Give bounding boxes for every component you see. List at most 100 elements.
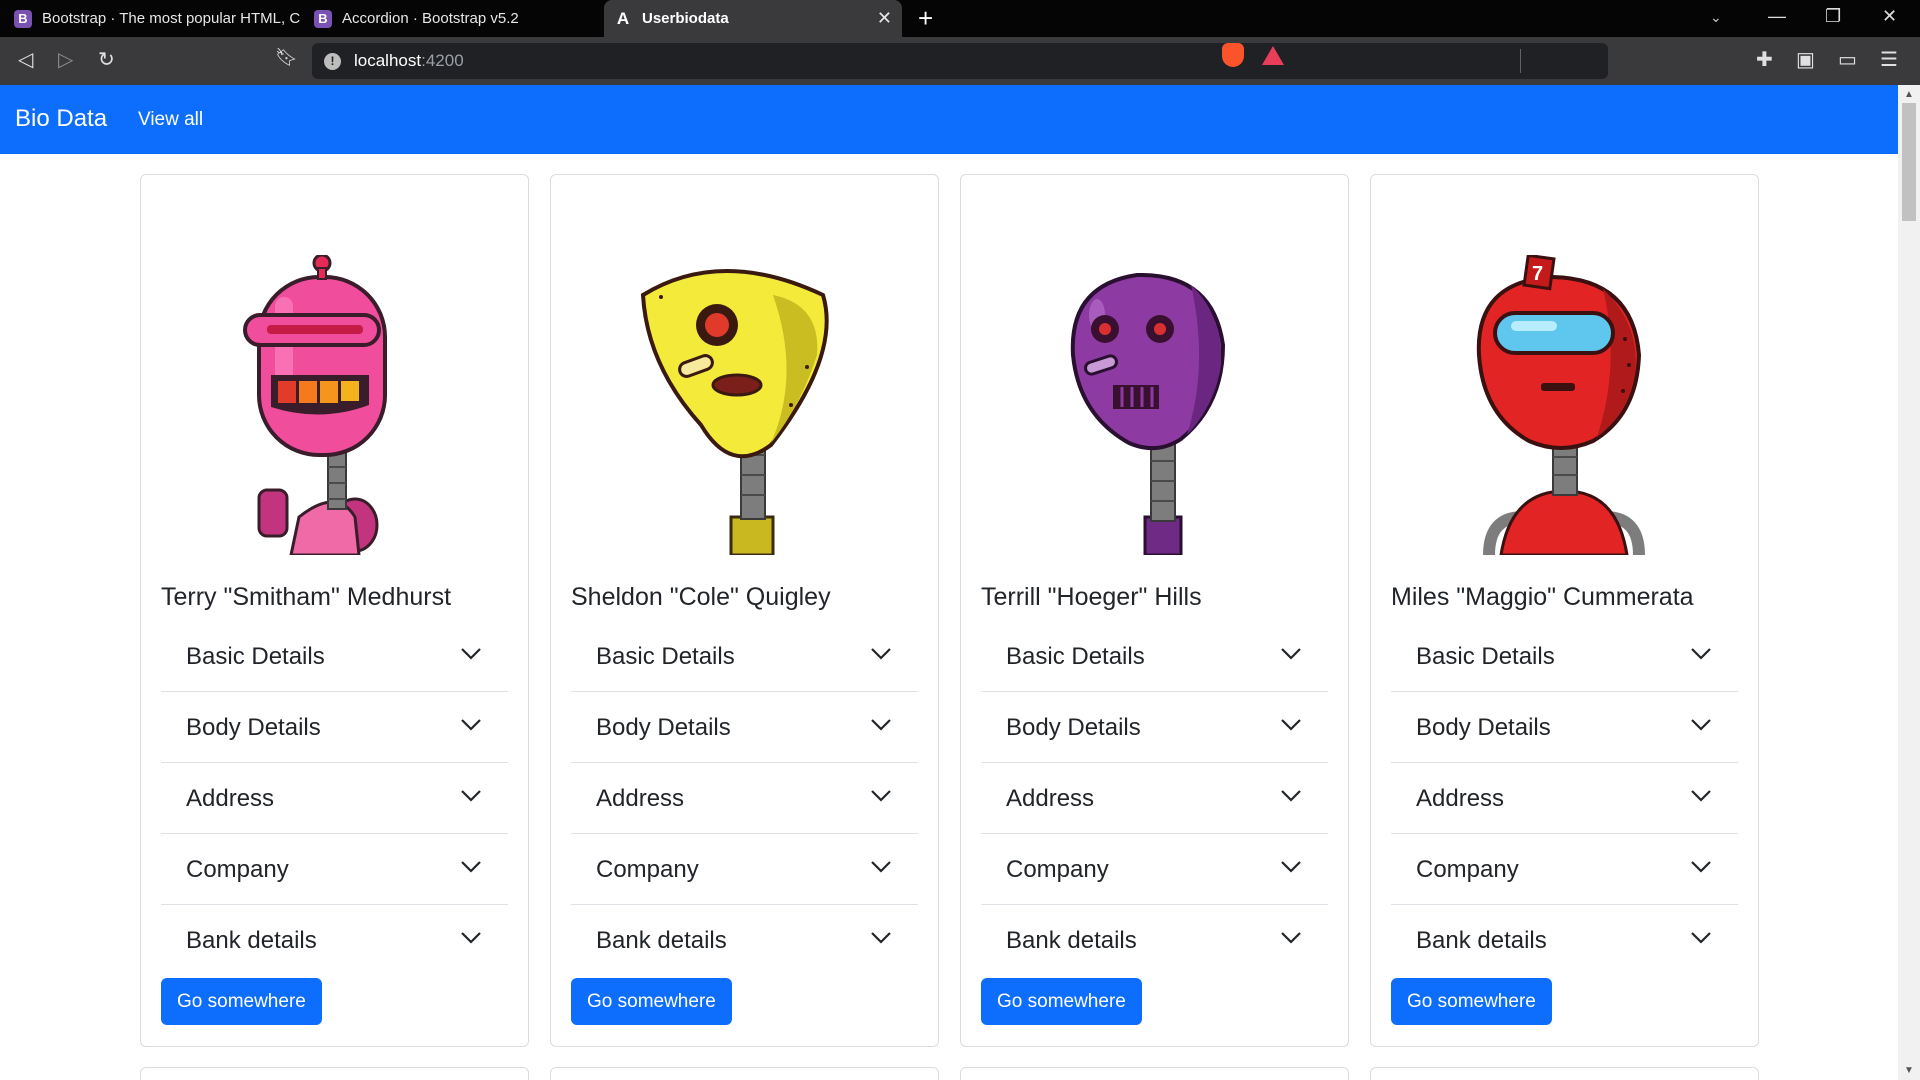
accordion-header[interactable]: Address — [596, 785, 684, 813]
go-somewhere-button[interactable]: Go somewhere — [1391, 978, 1552, 1025]
accordion-header[interactable]: Address — [1416, 785, 1504, 813]
chevron-down-icon[interactable] — [870, 647, 892, 661]
accordion-item[interactable]: Body Details — [571, 692, 918, 763]
close-window-icon[interactable]: ✕ — [1882, 6, 1897, 27]
chevron-down-icon[interactable] — [1280, 860, 1302, 874]
chevron-down-icon[interactable] — [1280, 647, 1302, 661]
angular-favicon-icon: A — [616, 8, 630, 28]
chevron-down-icon[interactable] — [460, 718, 482, 732]
minimize-icon[interactable]: — — [1768, 6, 1786, 27]
chevron-down-icon[interactable] — [1280, 931, 1302, 945]
chevron-down-icon[interactable] — [1690, 647, 1712, 661]
scroll-up-icon[interactable]: ▲ — [1904, 89, 1914, 100]
wallet-icon[interactable]: ▭ — [1838, 47, 1857, 72]
new-tab-icon[interactable]: + — [918, 4, 933, 32]
site-info-icon[interactable]: ! — [324, 53, 341, 70]
accordion-header[interactable]: Body Details — [186, 714, 321, 742]
accordion-item[interactable]: Basic Details — [161, 621, 508, 692]
accordion-header[interactable]: Company — [186, 856, 289, 884]
chevron-down-icon[interactable] — [870, 860, 892, 874]
restore-icon[interactable]: ❐ — [1825, 6, 1841, 27]
tab-accordion-docs[interactable]: B Accordion · Bootstrap v5.2 — [314, 0, 604, 37]
accordion: Basic Details Body Details Address Compa… — [571, 621, 918, 976]
bookmark-icon[interactable]: 🔖︎ — [275, 47, 298, 68]
accordion-header[interactable]: Company — [1416, 856, 1519, 884]
tab-search-chevron-icon[interactable]: ⌄ — [1710, 9, 1722, 26]
nav-link-view-all[interactable]: View all — [138, 109, 203, 131]
accordion-item[interactable]: Body Details — [161, 692, 508, 763]
accordion-header[interactable]: Basic Details — [1416, 643, 1555, 671]
accordion-header[interactable]: Address — [1006, 785, 1094, 813]
go-somewhere-button[interactable]: Go somewhere — [571, 978, 732, 1025]
accordion-item[interactable]: Company — [161, 834, 508, 905]
card-title: Terry "Smitham" Medhurst — [161, 583, 452, 611]
bio-card: Sheldon "Cole" Quigley Basic Details Bod… — [550, 174, 939, 1047]
accordion-item[interactable]: Bank details — [571, 905, 918, 976]
accordion-header[interactable]: Basic Details — [186, 643, 325, 671]
brave-shields-icon[interactable] — [1222, 43, 1244, 67]
accordion-item[interactable]: Basic Details — [1391, 621, 1738, 692]
chevron-down-icon[interactable] — [460, 931, 482, 945]
bio-card: 7 Miles "Maggio" Cummerata Basic Details… — [1370, 174, 1759, 1047]
accordion-item[interactable]: Basic Details — [571, 621, 918, 692]
accordion-item[interactable]: Bank details — [1391, 905, 1738, 976]
chevron-down-icon[interactable] — [870, 718, 892, 732]
chevron-down-icon[interactable] — [460, 789, 482, 803]
chevron-down-icon[interactable] — [1690, 860, 1712, 874]
browser-toolbar: ◁ ▷ ↻ 🔖︎ ! localhost:4200 ✚ ▣ ▭ ☰ — [0, 37, 1920, 85]
sidebar-icon[interactable]: ▣ — [1796, 47, 1815, 72]
omnibox-divider — [1520, 49, 1521, 73]
chevron-down-icon[interactable] — [460, 647, 482, 661]
address-bar[interactable]: ! localhost:4200 — [312, 43, 1608, 79]
chevron-down-icon[interactable] — [870, 931, 892, 945]
accordion-item[interactable]: Address — [161, 763, 508, 834]
go-somewhere-button[interactable]: Go somewhere — [981, 978, 1142, 1025]
accordion-header[interactable]: Bank details — [186, 927, 317, 955]
tab-bootstrap-home[interactable]: B Bootstrap · The most popular HTML, C — [14, 0, 304, 37]
accordion-header[interactable]: Company — [1006, 856, 1109, 884]
page-scrollbar[interactable]: ▲ ▼ — [1898, 85, 1920, 1080]
reload-icon[interactable]: ↻ — [98, 47, 115, 72]
go-somewhere-button[interactable]: Go somewhere — [161, 978, 322, 1025]
menu-icon[interactable]: ☰ — [1880, 47, 1898, 72]
accordion-item[interactable]: Body Details — [981, 692, 1328, 763]
chevron-down-icon[interactable] — [460, 860, 482, 874]
url-text[interactable]: localhost:4200 — [354, 51, 464, 71]
accordion-header[interactable]: Body Details — [1416, 714, 1551, 742]
accordion-item[interactable]: Address — [571, 763, 918, 834]
accordion-header[interactable]: Bank details — [1006, 927, 1137, 955]
accordion-header[interactable]: Basic Details — [1006, 643, 1145, 671]
accordion-item[interactable]: Body Details — [1391, 692, 1738, 763]
accordion-header[interactable]: Company — [596, 856, 699, 884]
chevron-down-icon[interactable] — [870, 789, 892, 803]
chevron-down-icon[interactable] — [1690, 789, 1712, 803]
accordion-item[interactable]: Address — [1391, 763, 1738, 834]
accordion-header[interactable]: Bank details — [1416, 927, 1547, 955]
chevron-down-icon[interactable] — [1690, 718, 1712, 732]
accordion-item[interactable]: Bank details — [161, 905, 508, 976]
accordion-header[interactable]: Body Details — [1006, 714, 1141, 742]
scroll-down-icon[interactable]: ▼ — [1904, 1065, 1914, 1076]
accordion-header[interactable]: Body Details — [596, 714, 731, 742]
extensions-icon[interactable]: ✚ — [1756, 47, 1773, 72]
brave-rewards-icon[interactable] — [1262, 46, 1284, 65]
scrollbar-thumb[interactable] — [1902, 103, 1916, 221]
chevron-down-icon[interactable] — [1280, 718, 1302, 732]
accordion-header[interactable]: Bank details — [596, 927, 727, 955]
accordion-header[interactable]: Basic Details — [596, 643, 735, 671]
navbar-brand[interactable]: Bio Data — [15, 105, 107, 133]
accordion-item[interactable]: Company — [571, 834, 918, 905]
back-icon[interactable]: ◁ — [18, 47, 33, 72]
accordion-item[interactable]: Bank details — [981, 905, 1328, 976]
accordion-item[interactable]: Company — [1391, 834, 1738, 905]
chevron-down-icon[interactable] — [1690, 931, 1712, 945]
accordion-item[interactable]: Company — [981, 834, 1328, 905]
forward-icon[interactable]: ▷ — [58, 47, 73, 72]
accordion-header[interactable]: Address — [186, 785, 274, 813]
accordion-item[interactable]: Address — [981, 763, 1328, 834]
close-tab-icon[interactable]: ✕ — [877, 8, 892, 29]
accordion-item[interactable]: Basic Details — [981, 621, 1328, 692]
tab-label: Bootstrap · The most popular HTML, C — [42, 10, 301, 27]
chevron-down-icon[interactable] — [1280, 789, 1302, 803]
tab-userbiodata-active[interactable]: A Userbiodata ✕ — [604, 0, 902, 37]
